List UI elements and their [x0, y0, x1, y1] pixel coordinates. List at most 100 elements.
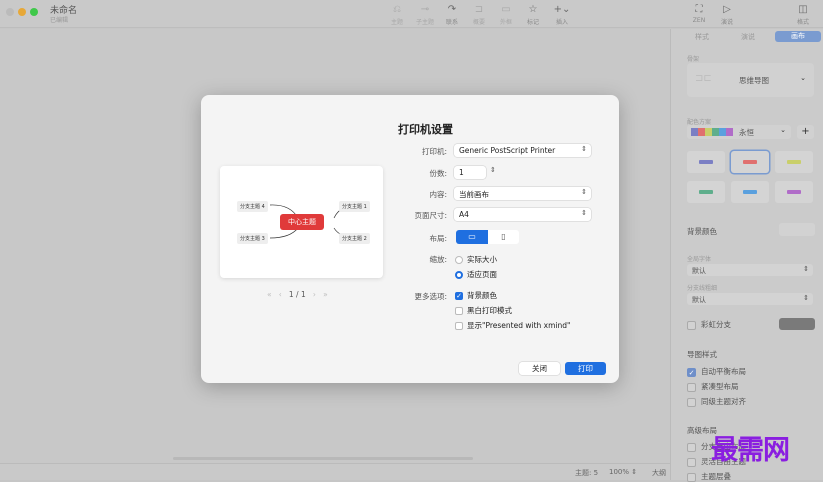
map-style-title: 导图样式: [687, 350, 717, 359]
color-scheme-select[interactable]: 永恒 ⌄: [687, 125, 791, 139]
more-option-checkbox[interactable]: ✓ 背景颜色: [455, 290, 497, 301]
theme-thumbnail[interactable]: [731, 151, 769, 173]
scale-option-label: 适应页面: [467, 270, 497, 279]
present-icon: ▷: [723, 4, 731, 15]
tab-style[interactable]: 样式: [695, 32, 709, 42]
rainbow-branch-label: 彩虹分支: [701, 320, 731, 329]
color-scheme-value: 永恒: [739, 128, 754, 137]
printer-select[interactable]: Generic PostScript Printer ⇕: [454, 144, 591, 157]
zoom-select[interactable]: 100% ⇕: [609, 468, 637, 476]
scale-option-label: 实际大小: [467, 255, 497, 264]
first-page-button[interactable]: «: [267, 290, 272, 299]
checkbox[interactable]: [455, 307, 463, 315]
tab-canvas[interactable]: 画布: [775, 31, 821, 42]
label: 格式: [796, 19, 809, 26]
copies-input[interactable]: 1: [454, 166, 486, 179]
tab-present[interactable]: 演说: [741, 32, 755, 42]
next-page-button[interactable]: ›: [313, 290, 316, 299]
add-color-scheme-button[interactable]: +: [797, 125, 814, 139]
prev-page-button[interactable]: ‹: [279, 290, 282, 299]
print-button[interactable]: 打印: [565, 362, 606, 375]
checkbox[interactable]: [687, 457, 696, 467]
copies-label: 份数:: [429, 169, 447, 178]
zoom-value: 100%: [609, 468, 630, 476]
checkbox[interactable]: [687, 320, 696, 330]
theme-thumbnail[interactable]: [687, 181, 725, 203]
portrait-button[interactable]: ▯: [488, 230, 519, 244]
global-font-label: 全局字体: [687, 256, 712, 263]
theme-thumbnail[interactable]: [775, 181, 813, 203]
close-button[interactable]: 关闭: [519, 362, 560, 375]
format-panel-button[interactable]: ◫ 格式: [786, 4, 820, 26]
updown-icon: ⇕: [803, 265, 809, 273]
radio[interactable]: [455, 256, 463, 264]
status-bar: 主题: 5 100% ⇕ 大纲: [0, 463, 670, 480]
minimize-window-button[interactable]: [18, 8, 26, 16]
checkbox[interactable]: [687, 382, 696, 392]
label: 标记: [526, 19, 539, 26]
more-option-checkbox[interactable]: 显示"Presented with xmind": [455, 320, 570, 331]
title-bar: 未命名 已编辑 ⎌ 主题 ⊸ 子主题 ↷ 联系 ⊐ 概要 ▭ 外框 ☆ 标记 +⌄ 插入 ⛶ Z…: [0, 0, 823, 28]
branch-width-label: 分支线粗细: [687, 285, 718, 292]
color-swatch: [698, 128, 705, 136]
checkbox[interactable]: ✓: [687, 367, 696, 377]
layout-label: 布局:: [429, 234, 447, 243]
label: 插入: [555, 19, 568, 26]
global-font-select[interactable]: 默认 ⇕: [687, 264, 813, 276]
checkbox[interactable]: [687, 397, 696, 407]
branch-topic: 分支主题 4: [237, 201, 268, 212]
background-color-swatch[interactable]: [779, 223, 815, 236]
outline-button[interactable]: 大纲: [652, 468, 666, 478]
scale-radio[interactable]: 适应页面: [455, 269, 497, 280]
close-window-button[interactable]: [6, 8, 14, 16]
landscape-button[interactable]: ▭: [456, 230, 488, 244]
map-style-option-checkbox[interactable]: ✓ 自动平衡布局: [687, 366, 746, 377]
printer-label: 打印机:: [421, 147, 447, 156]
checkbox[interactable]: [687, 472, 696, 482]
branch-width-value: 默认: [692, 296, 706, 304]
advanced-layout-option-checkbox[interactable]: 主题层叠: [687, 471, 731, 482]
content-select[interactable]: 当前画布 ⇕: [454, 187, 591, 200]
more-option-checkbox[interactable]: 黑白打印模式: [455, 305, 512, 316]
checkbox[interactable]: [687, 442, 696, 452]
color-swatch: [719, 128, 726, 136]
sidebar-tabs: 样式 演说 画布: [681, 31, 821, 43]
copies-stepper[interactable]: ⇕: [490, 166, 496, 174]
checkbox[interactable]: ✓: [455, 292, 463, 300]
checkbox[interactable]: [455, 322, 463, 330]
last-page-button[interactable]: »: [323, 290, 328, 299]
present-button[interactable]: ▷ 演说: [710, 4, 744, 26]
label: ZEN: [692, 17, 706, 24]
radio[interactable]: [455, 271, 463, 279]
theme-thumbnail[interactable]: [731, 181, 769, 203]
color-scheme-swatches: [691, 128, 733, 136]
updown-icon: ⇕: [803, 294, 809, 302]
page-size-select[interactable]: A4 ⇕: [454, 208, 591, 221]
rainbow-branch-checkbox[interactable]: 彩虹分支: [687, 319, 731, 330]
map-style-option-checkbox[interactable]: 同级主题对齐: [687, 396, 746, 407]
branch-width-select[interactable]: 默认 ⇕: [687, 293, 813, 305]
theme-thumbnail[interactable]: [775, 151, 813, 173]
color-swatch: [705, 128, 712, 136]
theme-thumbnail[interactable]: [687, 151, 725, 173]
label: 演说: [720, 19, 733, 26]
scale-label: 缩放:: [429, 255, 447, 264]
landscape-page-icon: ▭: [468, 232, 476, 241]
content-value: 当前画布: [459, 190, 489, 199]
toolbar-insert-button[interactable]: +⌄ 插入: [545, 4, 579, 26]
skeleton-select[interactable]: ⊐⊏ 思维导图 ⌄: [687, 63, 814, 97]
color-swatch: [726, 128, 733, 136]
map-style-option-checkbox[interactable]: 紧凑型布局: [687, 381, 739, 392]
print-preview: 中心主题 分支主题 1 分支主题 2 分支主题 3 分支主题 4: [220, 166, 383, 278]
zoom-window-button[interactable]: [30, 8, 38, 16]
rainbow-color-swatch[interactable]: [779, 318, 815, 330]
printer-value: Generic PostScript Printer: [459, 146, 556, 155]
scale-radio[interactable]: 实际大小: [455, 254, 497, 265]
horizontal-scrollbar[interactable]: [173, 457, 473, 460]
skeleton-label: 骨架: [687, 56, 700, 63]
topic-count: 主题: 5: [575, 469, 599, 477]
page-indicator: 1 / 1: [288, 290, 306, 299]
background-color-label: 背景颜色: [687, 227, 717, 236]
skeleton-value: 思维导图: [739, 76, 769, 85]
central-topic: 中心主题: [280, 214, 324, 230]
